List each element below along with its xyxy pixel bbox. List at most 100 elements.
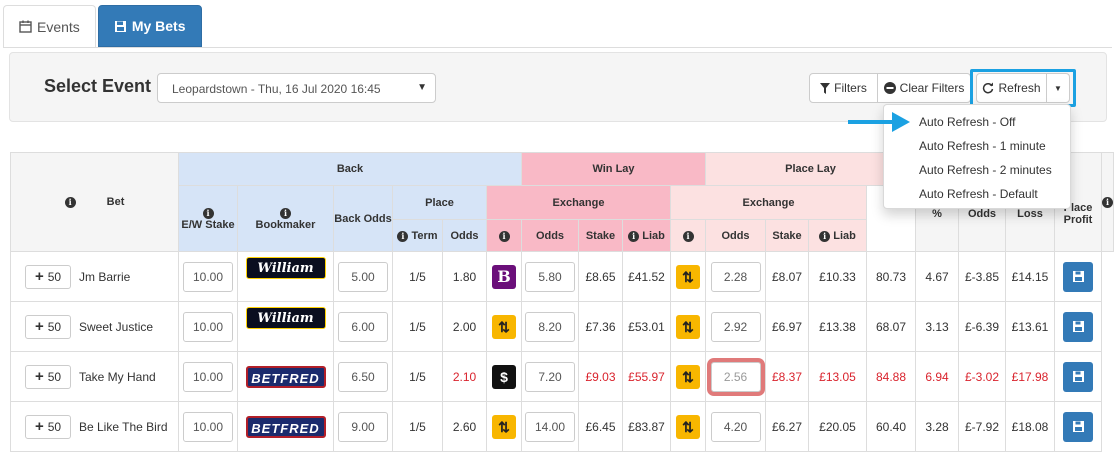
stake-input[interactable]: 10.00: [183, 361, 233, 392]
bookmaker-cell: William HILL: [237, 301, 334, 352]
bet-cell: +50 Take My Hand: [10, 351, 179, 402]
place-header: Place: [392, 185, 487, 220]
win-odds-input[interactable]: 8.20: [525, 311, 575, 342]
save-cell: [1054, 301, 1102, 352]
save-cell: [1054, 251, 1102, 302]
table-row: +50 Be Like The Bird 10.00 BETFRED 9.00 1…: [10, 401, 1114, 452]
filters-button[interactable]: Filters: [809, 73, 878, 103]
win-odds-input[interactable]: 7.20: [525, 361, 575, 392]
betfair-icon: ⇅: [676, 414, 700, 439]
profit-cell: £17.98: [1005, 351, 1055, 402]
save-button[interactable]: [1063, 311, 1093, 342]
betfair-icon: ⇅: [676, 314, 700, 339]
loss-cell: £-6.39: [958, 301, 1006, 352]
win-odds-header: Odds: [521, 219, 579, 252]
betfred-logo: BETFRED: [245, 415, 326, 438]
back-odds-cell: 6.00: [333, 301, 393, 352]
bet-cell: +50 Be Like The Bird: [10, 401, 179, 452]
back-odds-input[interactable]: 6.00: [338, 311, 388, 342]
betfair-icon: ⇅: [492, 414, 516, 439]
win-ex-info-header: i: [486, 219, 522, 252]
menu-item-auto-refresh-1min[interactable]: Auto Refresh - 1 minute: [884, 134, 1070, 158]
save-button[interactable]: [1063, 261, 1093, 292]
tab-my-bets-label: My Bets: [131, 18, 186, 34]
place-odds-input[interactable]: 4.20: [710, 411, 761, 442]
place-exchange-cell: ⇅: [670, 301, 706, 352]
stake-cell: 10.00: [178, 301, 238, 352]
back-odds-input[interactable]: 9.00: [338, 411, 388, 442]
menu-item-auto-refresh-2min[interactable]: Auto Refresh - 2 minutes: [884, 158, 1070, 182]
win-exchange-cell: B: [486, 251, 522, 302]
place-odds-cell: 2.10: [442, 351, 487, 402]
tab-events[interactable]: Events: [3, 5, 96, 48]
win-liab-cell: £53.01: [622, 301, 671, 352]
place-lay-odds-cell: 2.28: [705, 251, 766, 302]
stake-cell: 10.00: [178, 251, 238, 302]
menu-item-auto-refresh-default[interactable]: Auto Refresh - Default: [884, 182, 1070, 206]
event-select[interactable]: Leopardstown - Thu, 16 Jul 2020 16:45 ▼: [157, 73, 436, 103]
term-cell: 1/5: [392, 251, 443, 302]
place-stake-cell: £6.27: [765, 401, 809, 452]
save-icon: [1072, 271, 1084, 282]
bet-cell: +50 Jm Barrie: [10, 251, 179, 302]
ew-stake-header: i E/W Stake: [178, 185, 238, 252]
save-icon: [1072, 371, 1084, 382]
back-odds-label: Back Odds: [334, 212, 392, 225]
back-odds-input[interactable]: 5.00: [338, 261, 388, 292]
win-odds-cell: 5.80: [521, 251, 579, 302]
place-stake-cell: £8.07: [765, 251, 809, 302]
betfair-icon: ⇅: [676, 364, 700, 389]
add-bet-button[interactable]: +50: [25, 264, 71, 289]
bookmaker-cell: William HILL: [237, 251, 334, 302]
back-odds-cell: 6.50: [333, 351, 393, 402]
save-icon: [1072, 321, 1084, 332]
add-bet-button[interactable]: +50: [25, 414, 71, 439]
william-hill-logo: William HILL: [245, 306, 326, 348]
event-select-value: Leopardstown - Thu, 16 Jul 2020 16:45: [172, 82, 381, 96]
back-header: Back: [178, 152, 522, 186]
place-odds-cell: 2.60: [442, 401, 487, 452]
save-button[interactable]: [1063, 361, 1093, 392]
term-cell: 1/5: [392, 401, 443, 452]
info-icon: i: [280, 207, 291, 219]
win-odds-input[interactable]: 5.80: [525, 261, 575, 292]
stake-cell: 10.00: [178, 351, 238, 402]
place-liab-header: i Liab: [808, 219, 867, 252]
stake-input[interactable]: 10.00: [183, 261, 233, 292]
save-button[interactable]: [1063, 411, 1093, 442]
odds-cell: 6.94: [915, 351, 959, 402]
place-stake-header: Stake: [765, 219, 809, 252]
clear-filters-button[interactable]: Clear Filters: [877, 73, 971, 103]
add-bet-button[interactable]: +50: [25, 314, 71, 339]
place-exchange-cell: ⇅: [670, 351, 706, 402]
tab-events-label: Events: [37, 18, 80, 35]
term-header: i Term: [392, 219, 443, 252]
save-cell: [1054, 351, 1102, 402]
place-odds-cell: 1.80: [442, 251, 487, 302]
place-odds-input[interactable]: 2.56: [710, 361, 761, 392]
loss-header-label: Loss: [1017, 208, 1043, 220]
place-odds-input[interactable]: 2.92: [710, 311, 761, 342]
win-exchange-cell: ⇅: [486, 301, 522, 352]
table-row: +50 Jm Barrie 10.00 William HILL 5.00 1/5…: [10, 251, 1114, 302]
minus-circle-icon: [883, 82, 896, 94]
loss-cell: £-3.85: [958, 251, 1006, 302]
place-exchange-cell: ⇅: [670, 401, 706, 452]
back-odds-input[interactable]: 6.50: [338, 361, 388, 392]
filters-label: Filters: [834, 81, 867, 95]
win-odds-input[interactable]: 14.00: [525, 411, 575, 442]
place-odds-input[interactable]: 2.28: [710, 261, 761, 292]
win-lay-header: Win Lay: [521, 152, 706, 186]
info-icon: i: [64, 197, 76, 208]
win-exchange-header: Exchange: [486, 185, 671, 220]
info-icon: i: [819, 230, 831, 242]
add-bet-button[interactable]: +50: [25, 364, 71, 389]
horse-name: Jm Barrie: [79, 270, 131, 284]
table-row: +50 Sweet Justice 10.00 William HILL 6.00…: [10, 301, 1114, 352]
stake-input[interactable]: 10.00: [183, 311, 233, 342]
win-odds-cell: 8.20: [521, 301, 579, 352]
stake-input[interactable]: 10.00: [183, 411, 233, 442]
tab-my-bets[interactable]: My Bets: [97, 5, 202, 47]
bookmaker-cell: BETFRED: [237, 351, 334, 402]
pct-cell: 84.88: [866, 351, 916, 402]
